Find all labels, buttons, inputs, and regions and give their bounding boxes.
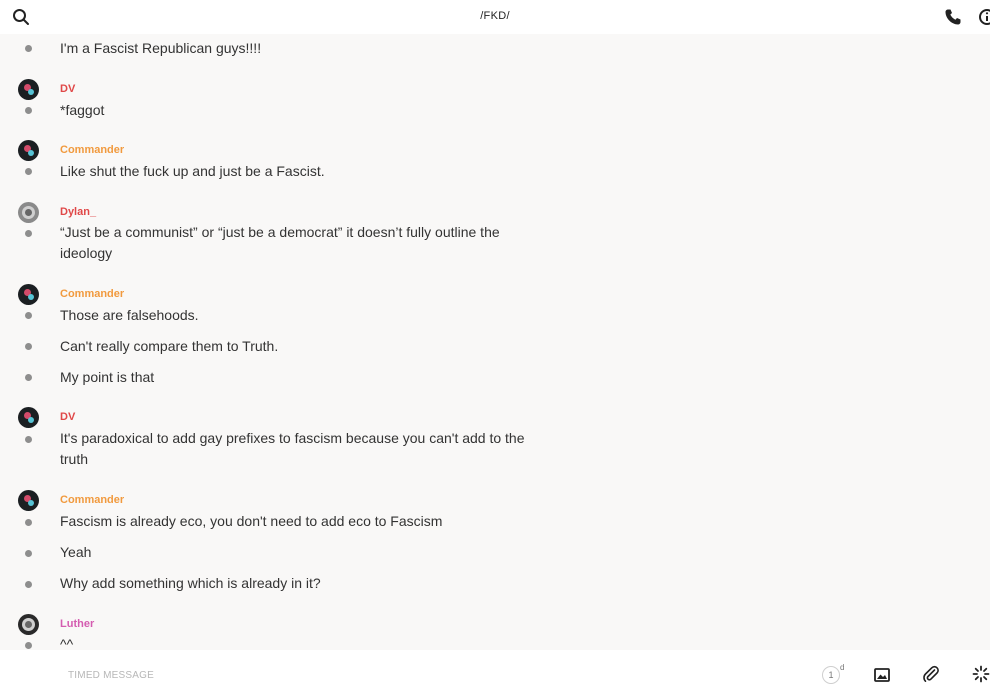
avatar[interactable] [18, 284, 39, 305]
message-bullet [25, 312, 32, 319]
message-text: Like shut the fuck up and just be a Fasc… [60, 163, 325, 179]
phone-icon[interactable] [944, 8, 962, 26]
sender-name[interactable]: Luther [60, 618, 94, 630]
message-text: Can't really compare them to Truth. [60, 338, 279, 354]
composer-bar: TIMED MESSAGE 1 d [0, 650, 990, 700]
header-bar: /FKD/ [0, 0, 990, 34]
message-bullet [25, 343, 32, 350]
avatar[interactable] [18, 490, 39, 511]
sender-name[interactable]: Dylan_ [60, 206, 96, 218]
message-input[interactable]: TIMED MESSAGE [68, 670, 154, 681]
message-text: Fascism is already eco, you don't need t… [60, 513, 443, 529]
message-text: Yeah [60, 544, 92, 560]
sender-name[interactable]: Commander [60, 288, 124, 300]
message-bullet [25, 550, 32, 557]
message-text: My point is that [60, 369, 155, 385]
message-text: ^^ [60, 636, 74, 650]
message-bullet [25, 374, 32, 381]
timer-unit: d [840, 663, 845, 672]
sender-name[interactable]: Commander [60, 494, 124, 506]
message-bullet [25, 581, 32, 588]
sender-name[interactable]: DV [60, 83, 75, 95]
message-bullet [25, 642, 32, 649]
message-bullet [25, 519, 32, 526]
message-text: Why add something which is already in it… [60, 575, 321, 591]
avatar[interactable] [18, 202, 39, 223]
sparkle-icon[interactable] [972, 665, 990, 683]
message-bullet [25, 436, 32, 443]
message-text: I'm a Fascist Republican guys!!!! [60, 40, 262, 56]
message-list[interactable]: I'm a Fascist Republican guys!!!! DV *fa… [0, 34, 990, 650]
message-bullet [25, 230, 32, 237]
message-bullet [25, 45, 32, 52]
message-text: Those are falsehoods. [60, 307, 199, 323]
sender-name[interactable]: DV [60, 411, 75, 423]
paperclip-icon[interactable] [922, 665, 940, 683]
conversation-title: /FKD/ [480, 10, 510, 22]
message-bullet [25, 107, 32, 114]
info-icon[interactable] [978, 8, 990, 26]
message-text: It's paradoxical to add gay prefixes to … [60, 430, 525, 467]
timer-icon[interactable]: 1 [822, 666, 840, 684]
avatar[interactable] [18, 79, 39, 100]
message-text: *faggot [60, 102, 105, 118]
image-icon[interactable] [873, 666, 891, 684]
sender-name[interactable]: Commander [60, 144, 124, 156]
message-text: “Just be a communist” or “just be a demo… [60, 224, 500, 261]
avatar[interactable] [18, 614, 39, 635]
message-bullet [25, 168, 32, 175]
avatar[interactable] [18, 140, 39, 161]
avatar[interactable] [18, 407, 39, 428]
